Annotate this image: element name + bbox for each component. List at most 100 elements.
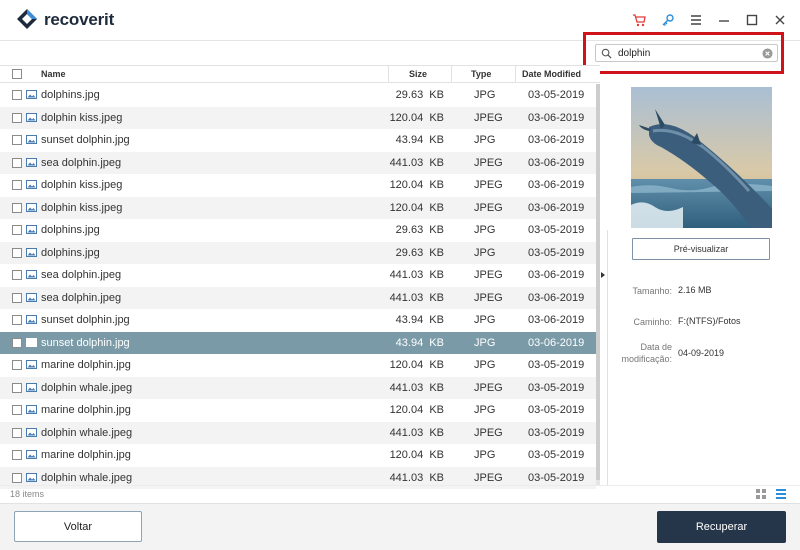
preview-button[interactable]: Pré-visualizar	[632, 238, 770, 260]
image-file-icon	[26, 247, 37, 257]
file-name: dolphin kiss.jpeg	[41, 179, 123, 191]
table-row[interactable]: dolphin whale.jpeg 441.03 KB JPEG 03-05-201…	[0, 421, 596, 444]
row-checkbox[interactable]	[12, 90, 22, 100]
row-checkbox[interactable]	[12, 382, 22, 393]
file-size: 120.04 KB	[389, 179, 444, 191]
date-label: Data de modificação:	[605, 341, 672, 365]
file-type: JPG	[474, 314, 496, 326]
table-row[interactable]: dolphin whale.jpeg 441.03 KB JPEG 03-05-201…	[0, 376, 596, 399]
image-preview	[631, 87, 772, 228]
collapse-panel-icon[interactable]	[601, 272, 605, 278]
maximize-icon[interactable]	[744, 12, 760, 28]
select-all-checkbox[interactable]	[12, 69, 22, 79]
column-header-type[interactable]: Type	[471, 69, 491, 79]
close-icon[interactable]	[772, 12, 788, 28]
file-date: 03-06-2019	[528, 111, 585, 124]
row-checkbox[interactable]	[12, 405, 22, 415]
row-checkbox[interactable]	[12, 315, 22, 325]
table-row[interactable]: sunset dolphin.jpg 43.94 KB JPG 03-06-2019	[0, 129, 596, 152]
recover-button[interactable]: Recuperar	[657, 511, 786, 543]
row-checkbox[interactable]	[12, 292, 22, 303]
file-date: 03-06-2019	[528, 156, 585, 169]
table-row[interactable]: sunset dolphin.jpg 43.94 KB JPG 03-06-2019	[0, 331, 596, 354]
image-file-icon	[26, 157, 37, 167]
row-checkbox[interactable]	[12, 337, 22, 348]
file-date: 03-06-2019	[528, 134, 585, 146]
table-row[interactable]: dolphin kiss.jpeg 120.04 KB JPEG 03-06-2019	[0, 196, 596, 219]
recoverit-logo-icon	[17, 9, 37, 29]
table-row[interactable]: sunset dolphin.jpg 43.94 KB JPG 03-06-2019	[0, 309, 596, 332]
list-view-icon[interactable]	[776, 489, 786, 499]
file-table: Name Size Type Date Modified dolphins.jp…	[0, 65, 600, 489]
image-file-icon	[26, 337, 37, 347]
row-checkbox[interactable]	[12, 247, 22, 258]
row-checkbox[interactable]	[12, 180, 22, 190]
table-row[interactable]: sea dolphin.jpeg 441.03 KB JPEG 03-06-2019	[0, 286, 596, 309]
row-checkbox[interactable]	[12, 112, 22, 123]
file-type: JPEG	[474, 381, 503, 394]
file-name: dolphin kiss.jpeg	[41, 111, 123, 124]
table-header: Name Size Type Date Modified	[0, 65, 600, 83]
row-checkbox[interactable]	[12, 225, 22, 235]
scrollbar-thumb[interactable]	[596, 84, 600, 480]
table-body: dolphins.jpg 29.63 KB JPG 03-05-2019 dolphin…	[0, 84, 596, 489]
row-checkbox[interactable]	[12, 360, 22, 370]
brand-name: recoverit	[44, 10, 114, 30]
image-file-icon	[26, 112, 37, 122]
column-header-date[interactable]: Date Modified	[522, 69, 581, 79]
row-checkbox[interactable]	[12, 135, 22, 145]
row-checkbox[interactable]	[12, 450, 22, 460]
file-type: JPEG	[474, 201, 503, 214]
back-button[interactable]: Voltar	[14, 511, 142, 542]
row-checkbox[interactable]	[12, 202, 22, 213]
file-type: JPG	[474, 224, 496, 236]
row-checkbox[interactable]	[12, 157, 22, 168]
file-type: JPG	[474, 404, 496, 416]
brand-suffix: it	[104, 10, 115, 29]
key-icon[interactable]	[660, 12, 676, 28]
file-date: 03-05-2019	[528, 359, 585, 371]
table-row[interactable]: dolphins.jpg 29.63 KB JPG 03-05-2019	[0, 241, 596, 264]
grid-view-icon[interactable]	[756, 489, 766, 499]
table-row[interactable]: sea dolphin.jpeg 441.03 KB JPEG 03-06-2019	[0, 151, 596, 174]
table-row[interactable]: dolphin kiss.jpeg 120.04 KB JPEG 03-06-2019	[0, 174, 596, 197]
table-row[interactable]: dolphins.jpg 29.63 KB JPG 03-05-2019	[0, 84, 596, 107]
file-size: 120.04 KB	[389, 111, 444, 124]
search-highlight-box	[583, 32, 784, 74]
table-row[interactable]: marine dolphin.jpg 120.04 KB JPG 03-05-2019	[0, 444, 596, 467]
table-row[interactable]: dolphins.jpg 29.63 KB JPG 03-05-2019	[0, 219, 596, 242]
column-header-name[interactable]: Name	[41, 69, 66, 79]
table-row[interactable]: dolphin kiss.jpeg 120.04 KB JPEG 03-06-2019	[0, 106, 596, 129]
image-file-icon	[26, 450, 37, 459]
image-file-icon	[26, 90, 37, 99]
item-count: 18 items	[10, 489, 45, 499]
file-name: dolphins.jpg	[41, 224, 100, 236]
file-size: 441.03 KB	[389, 471, 444, 484]
table-row[interactable]: marine dolphin.jpg 120.04 KB JPG 03-05-2019	[0, 399, 596, 422]
column-header-size[interactable]: Size	[409, 69, 427, 79]
file-date: 03-05-2019	[528, 89, 585, 101]
date-label-line2: modificação:	[621, 354, 672, 364]
row-checkbox[interactable]	[12, 472, 22, 483]
image-file-icon	[26, 315, 37, 324]
table-row[interactable]: marine dolphin.jpg 120.04 KB JPG 03-05-2019	[0, 354, 596, 377]
file-type: JPG	[474, 336, 496, 349]
file-type: JPG	[474, 89, 496, 101]
file-type: JPEG	[474, 426, 503, 439]
cart-icon[interactable]	[631, 12, 647, 28]
file-date: 03-05-2019	[528, 224, 585, 236]
image-file-icon	[26, 382, 37, 392]
file-name: dolphin whale.jpeg	[41, 381, 133, 394]
file-size: 43.94 KB	[395, 336, 444, 349]
menu-icon[interactable]	[688, 12, 704, 28]
image-file-icon	[26, 472, 37, 482]
file-date: 03-05-2019	[528, 381, 585, 394]
minimize-icon[interactable]	[716, 12, 732, 28]
file-name: marine dolphin.jpg	[41, 449, 131, 461]
file-type: JPG	[474, 246, 496, 259]
file-type: JPEG	[474, 471, 503, 484]
row-checkbox[interactable]	[12, 270, 22, 280]
table-row[interactable]: sea dolphin.jpeg 441.03 KB JPEG 03-06-2019	[0, 264, 596, 287]
file-size: 120.04 KB	[389, 404, 444, 416]
row-checkbox[interactable]	[12, 427, 22, 438]
